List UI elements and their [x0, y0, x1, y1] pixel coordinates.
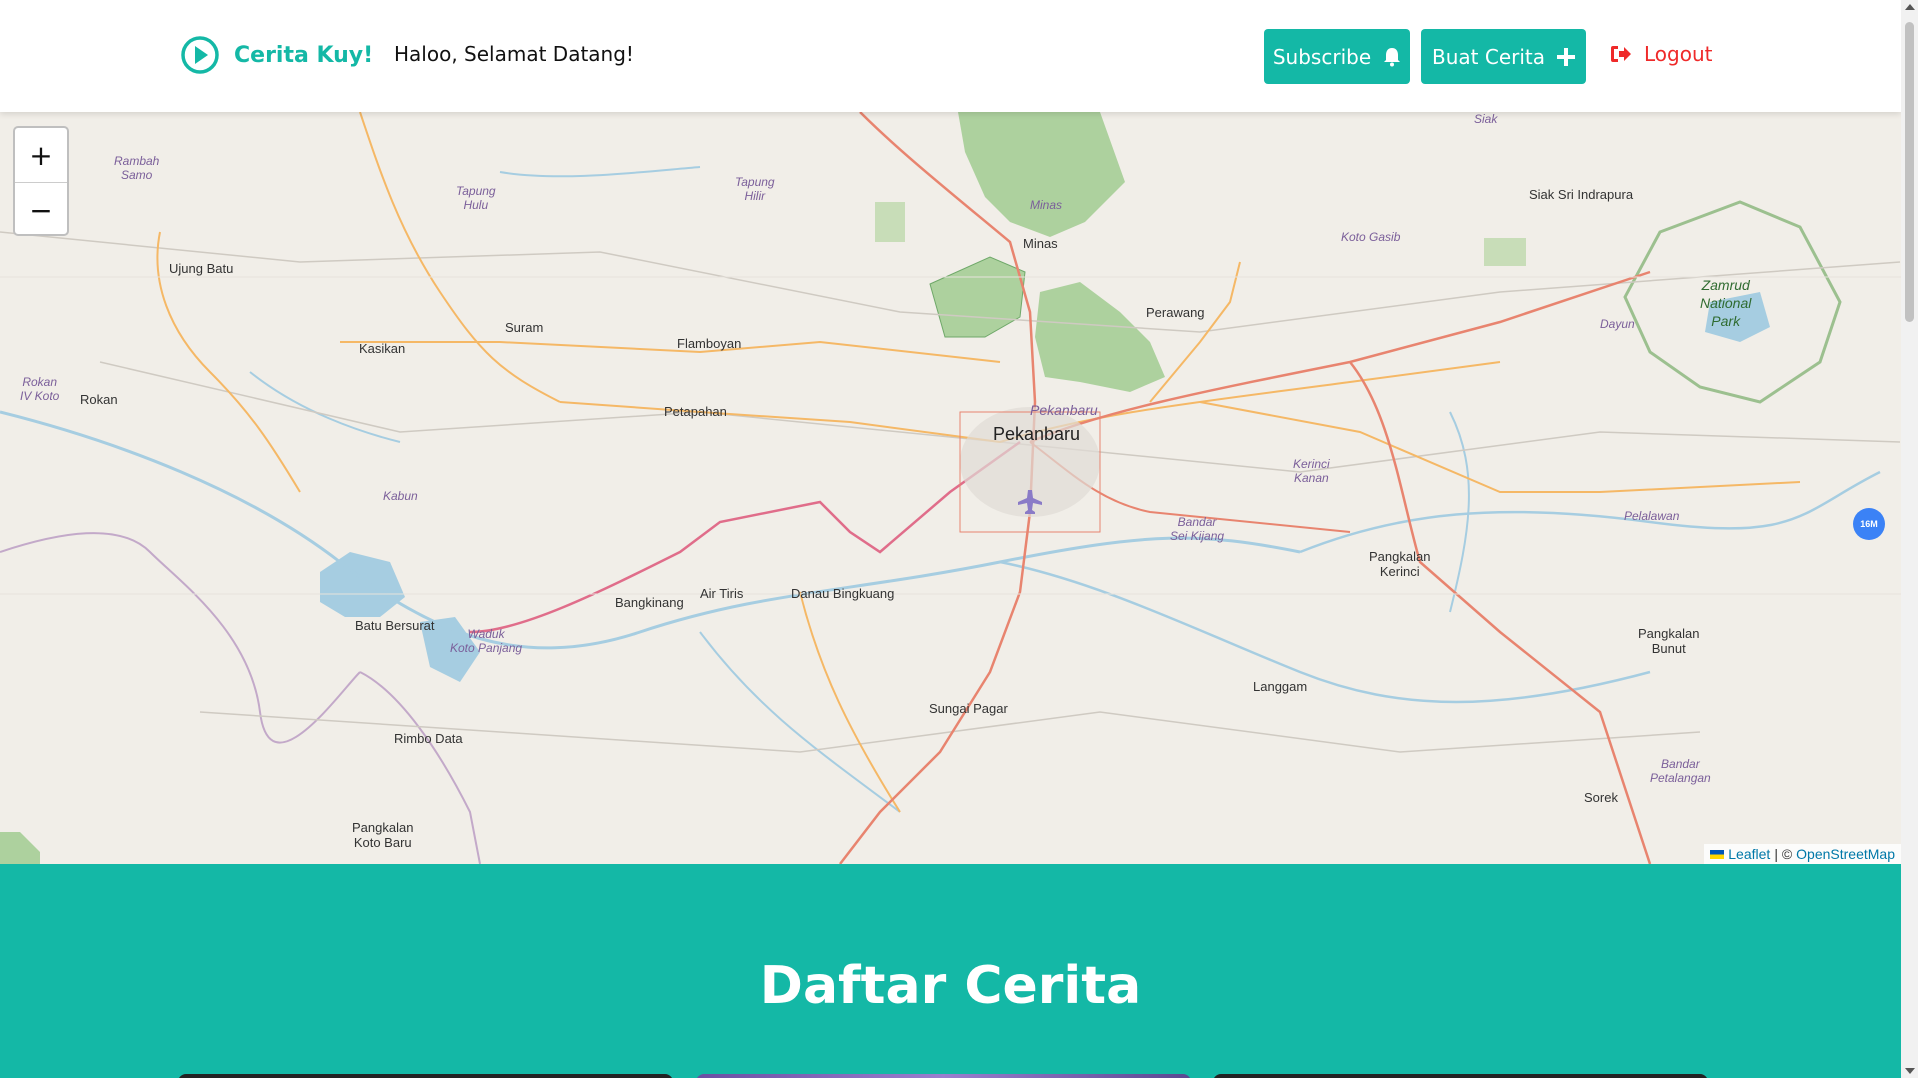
map-label-perawang: Perawang	[1146, 305, 1205, 320]
brand[interactable]: Cerita Kuy!	[180, 35, 373, 75]
subscribe-button[interactable]: Subscribe	[1264, 29, 1410, 84]
map-label-dayun: Dayun	[1600, 317, 1635, 331]
map-label-pangkalan-kerinci: Pangkalan Kerinci	[1369, 549, 1431, 579]
story-card[interactable]	[696, 1074, 1191, 1078]
map-label-air-tiris: Air Tiris	[700, 586, 744, 601]
story-list-section: Daftar Cerita	[0, 864, 1901, 1078]
logout-label: Logout	[1644, 42, 1713, 66]
page-scrollbar[interactable]	[1901, 0, 1918, 1078]
map-label-ujung-batu: Ujung Batu	[169, 261, 234, 276]
story-card[interactable]	[178, 1074, 673, 1078]
map-label-rambah-samo: Rambah Samo	[114, 154, 160, 182]
map-tiles	[0, 112, 1901, 864]
map-label-suram: Suram	[505, 320, 544, 335]
brand-name: Cerita Kuy!	[234, 42, 374, 68]
map-label-pangkalan-koto-baru: Pangkalan Koto Baru	[352, 820, 414, 850]
map-label-siak: Siak Sri Indrapura	[1529, 187, 1634, 202]
map-label-rimbo-data: Rimbo Data	[394, 731, 463, 746]
map-label-bandar-sei-kijang: Bandar Sei Kijang	[1170, 515, 1225, 543]
map-label-pekanbaru: Pekanbaru	[993, 424, 1081, 444]
map-marker-badge[interactable]: 16M	[1853, 508, 1885, 540]
map-label-petapahan: Petapahan	[664, 404, 727, 419]
map-label-danau-bingkuang: Danau Bingkuang	[791, 586, 895, 601]
map-label-pekanbaru-small: Pekanbaru	[1030, 402, 1098, 418]
play-circle-icon	[181, 36, 219, 74]
map-label-bandar-petalangan: Bandar Petalangan	[1650, 757, 1711, 785]
bell-icon	[1384, 47, 1401, 66]
map-label-tapung-hilir: Tapung Hilir	[735, 175, 775, 203]
map-label-waduk: Waduk Koto Panjang	[450, 627, 523, 655]
subscribe-label: Subscribe	[1272, 44, 1372, 69]
map-label-kerinci-kanan: Kerinci Kanan	[1293, 457, 1330, 485]
map-label-rokan: Rokan	[80, 392, 118, 407]
greeting-text: Haloo, Selamat Datang!	[394, 42, 634, 66]
map-label-zamrud: Zamrud National Park	[1700, 277, 1752, 329]
plus-icon	[1557, 47, 1575, 66]
scroll-down-arrow-icon[interactable]	[1905, 1068, 1915, 1074]
map-attribution: Leaflet | © OpenStreetMap	[1704, 844, 1901, 864]
buat-cerita-button[interactable]: Buat Cerita	[1421, 29, 1586, 84]
page: Cerita Kuy! Haloo, Selamat Datang! Subsc…	[0, 0, 1901, 1078]
scroll-thumb[interactable]	[1905, 22, 1914, 322]
ukraine-flag-icon	[1710, 849, 1725, 859]
attribution-separator: | ©	[1774, 846, 1793, 862]
map-label-minas-italic: Minas	[1030, 198, 1063, 212]
map-label-sungai-pagar: Sungai Pagar	[929, 701, 1008, 716]
map-label-minas: Minas	[1023, 236, 1058, 251]
map-view[interactable]: + − Pekanbaru Pekanbaru Minas Minas Pera…	[0, 112, 1901, 864]
section-title: Daftar Cerita	[759, 956, 1142, 1016]
map-label-sorek: Sorek	[1584, 790, 1618, 805]
navbar: Cerita Kuy! Haloo, Selamat Datang! Subsc…	[0, 0, 1901, 112]
map-label-batu-bersurat: Batu Bersurat	[355, 618, 435, 633]
scroll-up-arrow-icon[interactable]	[1905, 4, 1915, 10]
sign-out-icon	[1611, 46, 1631, 62]
zoom-control: + −	[13, 126, 69, 236]
map-label-rokan-iv-koto: Rokan IV Koto	[20, 375, 60, 403]
map-label-tapung-hulu: Tapung Hulu	[456, 184, 496, 212]
map-label-koto-gasib: Koto Gasib	[1341, 230, 1401, 244]
map-label-kabun: Kabun	[383, 489, 418, 503]
buat-cerita-label: Buat Cerita	[1432, 44, 1545, 69]
logout-link[interactable]: Logout	[1610, 42, 1712, 66]
map-label-kasikan: Kasikan	[359, 341, 406, 356]
map-label-pangkalan-bunut: Pangkalan Bunut	[1638, 626, 1700, 656]
zoom-in-button[interactable]: +	[15, 128, 67, 183]
openstreetmap-link[interactable]: OpenStreetMap	[1796, 846, 1895, 862]
map-label-langgam: Langgam	[1253, 679, 1308, 694]
story-card[interactable]	[1213, 1074, 1708, 1078]
map-label-flamboyan: Flamboyan	[677, 336, 742, 351]
map-label-bangkinang: Bangkinang	[615, 595, 684, 610]
map-label-siak-top: Siak	[1474, 112, 1498, 126]
leaflet-link[interactable]: Leaflet	[1728, 846, 1770, 862]
zoom-out-button[interactable]: −	[15, 183, 67, 237]
map-label-pelalawan: Pelalawan	[1624, 509, 1680, 523]
